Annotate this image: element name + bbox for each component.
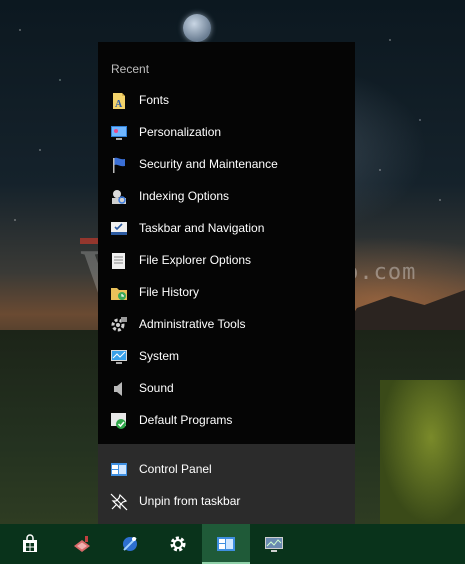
indexing-options-icon xyxy=(110,188,128,206)
taskbar-app-button-2[interactable] xyxy=(106,524,154,564)
wallpaper-foliage xyxy=(380,380,465,524)
taskbar xyxy=(0,524,465,564)
pinned-app-icon xyxy=(72,534,92,554)
recent-section-label: Recent xyxy=(111,62,150,76)
control-panel-label: Control Panel xyxy=(139,462,212,476)
jump-list-item-label: System xyxy=(139,349,180,363)
jump-list-item-default-programs[interactable]: Default Programs xyxy=(98,405,355,437)
jump-list-item-label: Fonts xyxy=(139,93,170,107)
jump-list-item-security-maintenance[interactable]: Security and Maintenance xyxy=(98,149,355,181)
settings-gear-icon xyxy=(168,534,188,554)
personalization-icon xyxy=(110,124,128,142)
moon-icon xyxy=(183,14,211,42)
security-flag-icon xyxy=(110,156,128,174)
jump-list-menu: Recent A Fonts Personalization Security … xyxy=(98,42,355,524)
taskbar-settings-button[interactable] xyxy=(154,524,202,564)
store-icon xyxy=(20,534,40,554)
jump-list-item-label: Administrative Tools xyxy=(139,317,246,331)
jump-list-item-file-history[interactable]: File History xyxy=(98,277,355,309)
jump-list-item-label: File Explorer Options xyxy=(139,253,252,267)
jump-list-item-file-explorer-options[interactable]: File Explorer Options xyxy=(98,245,355,277)
jump-list-item-indexing-options[interactable]: Indexing Options xyxy=(98,181,355,213)
unpin-from-taskbar-button[interactable]: Unpin from taskbar xyxy=(98,486,355,518)
taskbar-store-button[interactable] xyxy=(6,524,54,564)
taskbar-monitor-app-button[interactable] xyxy=(250,524,298,564)
jump-list-item-taskbar-navigation[interactable]: Taskbar and Navigation xyxy=(98,213,355,245)
control-panel-icon xyxy=(110,461,128,479)
jump-list-item-label: Personalization xyxy=(139,125,222,139)
file-history-icon xyxy=(110,284,128,302)
default-programs-icon xyxy=(110,412,128,430)
file-explorer-options-icon xyxy=(110,252,128,270)
jump-list-item-fonts[interactable]: A Fonts xyxy=(98,85,355,117)
control-panel-button[interactable]: Control Panel xyxy=(98,454,355,486)
taskbar-app-button-1[interactable] xyxy=(58,524,106,564)
jump-list-item-label: Indexing Options xyxy=(139,189,230,203)
jump-list-item-label: Default Programs xyxy=(139,413,233,427)
jump-list-actions: Control Panel Unpin from taskbar xyxy=(98,444,355,524)
unpin-icon xyxy=(110,493,128,511)
jump-list-item-administrative-tools[interactable]: Administrative Tools xyxy=(98,309,355,341)
jump-list-item-label: Taskbar and Navigation xyxy=(139,221,265,235)
fonts-icon: A xyxy=(110,92,128,110)
speaker-icon xyxy=(110,380,128,398)
jump-list-item-label: Sound xyxy=(139,381,174,395)
system-monitor-icon xyxy=(110,348,128,366)
taskbar-navigation-icon xyxy=(110,220,128,238)
jump-list-item-system[interactable]: System xyxy=(98,341,355,373)
control-panel-icon xyxy=(216,534,236,554)
jump-list-item-personalization[interactable]: Personalization xyxy=(98,117,355,149)
unpin-label: Unpin from taskbar xyxy=(139,494,241,508)
jump-list-item-sound[interactable]: Sound xyxy=(98,373,355,405)
taskbar-control-panel-button[interactable] xyxy=(202,524,250,564)
monitor-app-icon xyxy=(264,534,284,554)
jump-list-item-label: Security and Maintenance xyxy=(139,157,278,171)
pinned-app-2-icon xyxy=(120,534,140,554)
administrative-tools-icon xyxy=(110,316,128,334)
svg-text:A: A xyxy=(115,99,123,110)
jump-list-item-label: File History xyxy=(139,285,200,299)
